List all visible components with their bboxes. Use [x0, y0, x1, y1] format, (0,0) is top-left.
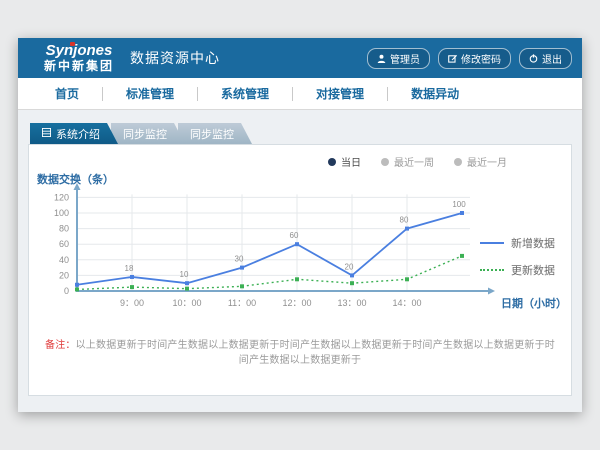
svg-text:14：00: 14：00 [392, 298, 421, 308]
radio-today[interactable]: 当日 [328, 154, 361, 169]
nav-item-home[interactable]: 首页 [32, 85, 102, 102]
svg-text:40: 40 [59, 255, 69, 265]
admin-user-label: 管理员 [390, 51, 420, 66]
svg-text:10: 10 [180, 270, 189, 279]
nav-item-interface-mgmt[interactable]: 对接管理 [293, 85, 387, 102]
logo-red-accent [70, 42, 75, 46]
tab-sync-monitor-2[interactable]: 同步监控 [178, 123, 252, 144]
admin-user-button[interactable]: 管理员 [367, 48, 430, 69]
nav-item-standard-mgmt[interactable]: 标准管理 [103, 85, 197, 102]
svg-text:10：00: 10：00 [172, 298, 201, 308]
tab-label: 同步监控 [190, 126, 234, 142]
chart-legend: 新增数据 更新数据 [480, 235, 555, 289]
legend-line-solid [480, 242, 504, 244]
app-header: Synjones 新中新集团 数据资源中心 管理员 修改密码 退出 [18, 38, 582, 78]
radio-last-month[interactable]: 最近一月 [454, 154, 507, 169]
user-icon [377, 54, 386, 63]
content-area: 系统介绍 同步监控 同步监控 当日 最近一周 [18, 110, 582, 412]
svg-text:11：00: 11：00 [228, 298, 256, 308]
svg-text:100: 100 [452, 200, 466, 209]
svg-text:80: 80 [400, 216, 409, 225]
footnote-label: 备注： [45, 340, 76, 351]
logo-brand-text: Synjones [44, 43, 114, 60]
svg-text:30: 30 [235, 255, 244, 264]
svg-text:60: 60 [290, 231, 299, 240]
logout-button[interactable]: 退出 [519, 48, 572, 69]
svg-text:13：00: 13：00 [337, 298, 366, 308]
app-window: Synjones 新中新集团 数据资源中心 管理员 修改密码 退出 [18, 38, 582, 412]
radio-unselected-icon [454, 158, 462, 166]
footnote: 备注：以上数据更新于时间产生数据以上数据更新于时间产生数据以上数据更新于时间产生… [45, 328, 555, 366]
radio-label: 最近一月 [467, 154, 507, 169]
power-icon [529, 54, 538, 63]
svg-text:100: 100 [54, 208, 69, 218]
svg-text:12：00: 12：00 [282, 298, 311, 308]
svg-text:20: 20 [345, 262, 354, 271]
svg-text:18: 18 [125, 264, 134, 273]
tab-label: 系统介绍 [56, 126, 100, 142]
svg-text:20: 20 [59, 270, 69, 280]
tab-label: 同步监控 [123, 126, 167, 142]
chart-panel: 当日 最近一周 最近一月 0 20 40 60 80 100 120 9：00 10：00 11：… [28, 144, 572, 396]
document-grid-icon [42, 128, 51, 140]
main-nav: 首页 标准管理 系统管理 对接管理 数据异动 [18, 78, 582, 110]
radio-unselected-icon [381, 158, 389, 166]
footnote-text: 以上数据更新于时间产生数据以上数据更新于时间产生数据以上数据更新于时间产生数据以… [76, 340, 555, 366]
logout-label: 退出 [542, 51, 562, 66]
logo-company-name: 新中新集团 [44, 60, 114, 73]
legend-label: 更新数据 [511, 262, 555, 278]
legend-label: 新增数据 [511, 235, 555, 251]
nav-item-data-change[interactable]: 数据异动 [388, 85, 482, 102]
tab-bar: 系统介绍 同步监控 同步监控 [30, 123, 572, 144]
page-title: 数据资源中心 [130, 48, 220, 68]
svg-text:60: 60 [59, 239, 69, 249]
header-actions: 管理员 修改密码 退出 [367, 48, 572, 69]
edit-icon [448, 54, 457, 63]
radio-label: 当日 [341, 154, 361, 169]
radio-last-week[interactable]: 最近一周 [381, 154, 434, 169]
legend-item-new-data[interactable]: 新增数据 [480, 235, 555, 251]
svg-text:日期（小时）: 日期（小时） [501, 296, 567, 310]
company-logo: Synjones 新中新集团 [44, 43, 114, 73]
nav-item-system-mgmt[interactable]: 系统管理 [198, 85, 292, 102]
change-password-label: 修改密码 [461, 51, 501, 66]
svg-text:0: 0 [64, 286, 69, 296]
time-range-filters: 当日 最近一周 最近一月 [31, 151, 569, 169]
radio-label: 最近一周 [394, 154, 434, 169]
svg-text:9：00: 9：00 [120, 298, 144, 308]
change-password-button[interactable]: 修改密码 [438, 48, 511, 69]
svg-text:120: 120 [54, 192, 69, 202]
legend-line-dotted [480, 269, 504, 271]
tab-system-intro[interactable]: 系统介绍 [30, 123, 118, 144]
svg-text:数据交换（条）: 数据交换（条） [37, 173, 114, 186]
svg-text:80: 80 [59, 224, 69, 234]
legend-item-updated-data[interactable]: 更新数据 [480, 262, 555, 278]
radio-selected-icon [328, 158, 336, 166]
tab-sync-monitor-1[interactable]: 同步监控 [111, 123, 185, 144]
